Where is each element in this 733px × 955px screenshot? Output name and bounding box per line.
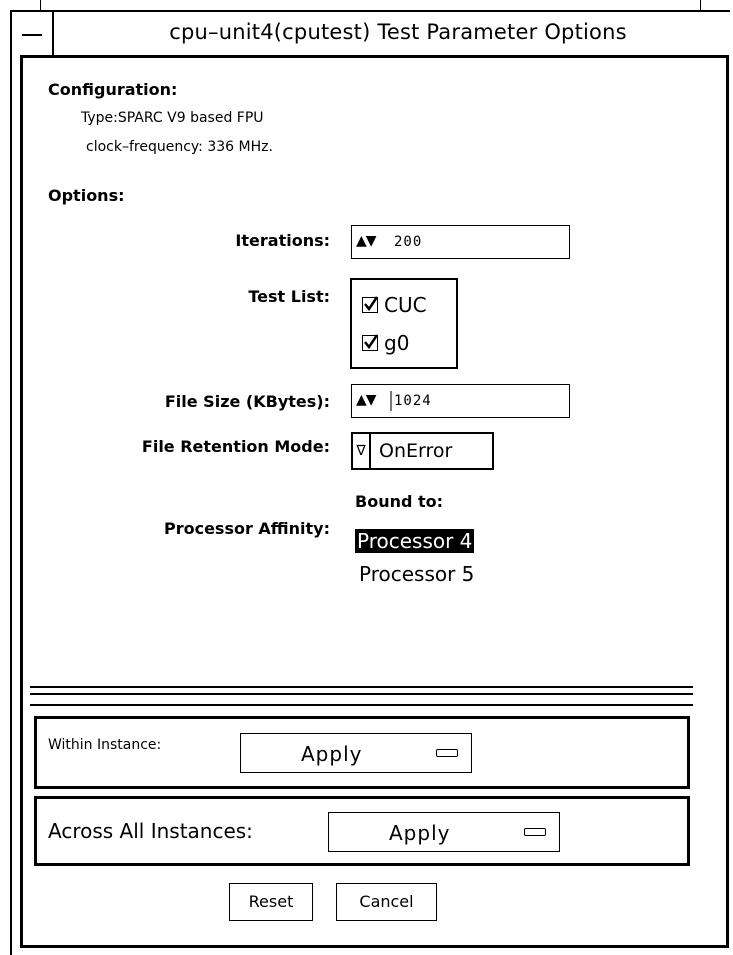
frame-tick bbox=[40, 0, 41, 10]
file-size-field[interactable]: ▲▼ 1024 bbox=[351, 384, 570, 418]
apply-button-label: Apply bbox=[301, 742, 363, 766]
iterations-value[interactable]: 200 bbox=[394, 234, 422, 250]
across-instances-apply-button[interactable]: Apply bbox=[328, 812, 560, 852]
file-retention-label: File Retention Mode: bbox=[141, 437, 330, 456]
text-cursor-icon bbox=[390, 391, 392, 411]
title-bar[interactable]: cpu–unit4(cputest) Test Parameter Option… bbox=[12, 12, 730, 55]
processor-affinity-label: Processor Affinity: bbox=[163, 519, 330, 538]
file-retention-value: OnError bbox=[379, 440, 453, 462]
window-menu-button[interactable] bbox=[12, 12, 54, 55]
spin-arrows-icon[interactable]: ▲▼ bbox=[356, 392, 377, 408]
window-title: cpu–unit4(cputest) Test Parameter Option… bbox=[169, 20, 627, 44]
reset-button[interactable]: Reset bbox=[229, 883, 313, 921]
file-size-value[interactable]: 1024 bbox=[394, 393, 432, 409]
frame-tick bbox=[700, 0, 701, 10]
iterations-field[interactable]: ▲▼ 200 bbox=[351, 225, 570, 259]
spin-arrows-icon[interactable]: ▲▼ bbox=[356, 233, 377, 249]
test-list-item-cuc[interactable]: CUC bbox=[362, 293, 427, 317]
within-instance-label: Within Instance: bbox=[48, 737, 162, 753]
menu-button-indicator-icon bbox=[436, 749, 458, 757]
menu-button-indicator-icon bbox=[524, 828, 546, 836]
separator bbox=[30, 704, 693, 706]
checkbox-checked-icon[interactable] bbox=[362, 296, 379, 313]
separator bbox=[30, 693, 693, 695]
processor-item-4[interactable]: Processor 4 bbox=[355, 529, 475, 553]
config-type: Type:SPARC V9 based FPU bbox=[81, 110, 264, 126]
apply-button-label: Apply bbox=[389, 821, 451, 845]
iterations-label: Iterations: bbox=[235, 231, 330, 250]
within-instance-apply-button[interactable]: Apply bbox=[240, 733, 472, 773]
checkbox-checked-icon[interactable] bbox=[362, 334, 379, 351]
across-instances-label: Across All Instances: bbox=[48, 819, 253, 843]
window-menu-icon bbox=[22, 34, 42, 36]
test-list-item-g0[interactable]: g0 bbox=[362, 331, 409, 355]
triangle-down-icon[interactable]: ∇ bbox=[353, 434, 371, 468]
config-clock-frequency: clock–frequency: 336 MHz. bbox=[86, 139, 273, 155]
separator bbox=[30, 686, 693, 688]
test-list-item-label: CUC bbox=[384, 293, 427, 317]
file-size-label: File Size (KBytes): bbox=[164, 392, 330, 411]
file-retention-dropdown[interactable]: ∇ OnError bbox=[351, 432, 494, 470]
cancel-button[interactable]: Cancel bbox=[336, 883, 437, 921]
panel-right-border bbox=[726, 55, 729, 948]
window-frame-left bbox=[10, 10, 12, 955]
configuration-heading: Configuration: bbox=[48, 80, 178, 99]
test-list-label: Test List: bbox=[248, 287, 330, 306]
processor-item-5[interactable]: Processor 5 bbox=[357, 562, 476, 586]
options-heading: Options: bbox=[48, 186, 125, 205]
test-list-group: CUC g0 bbox=[350, 278, 458, 369]
bound-to-label: Bound to: bbox=[355, 492, 444, 511]
test-list-item-label: g0 bbox=[384, 331, 410, 355]
